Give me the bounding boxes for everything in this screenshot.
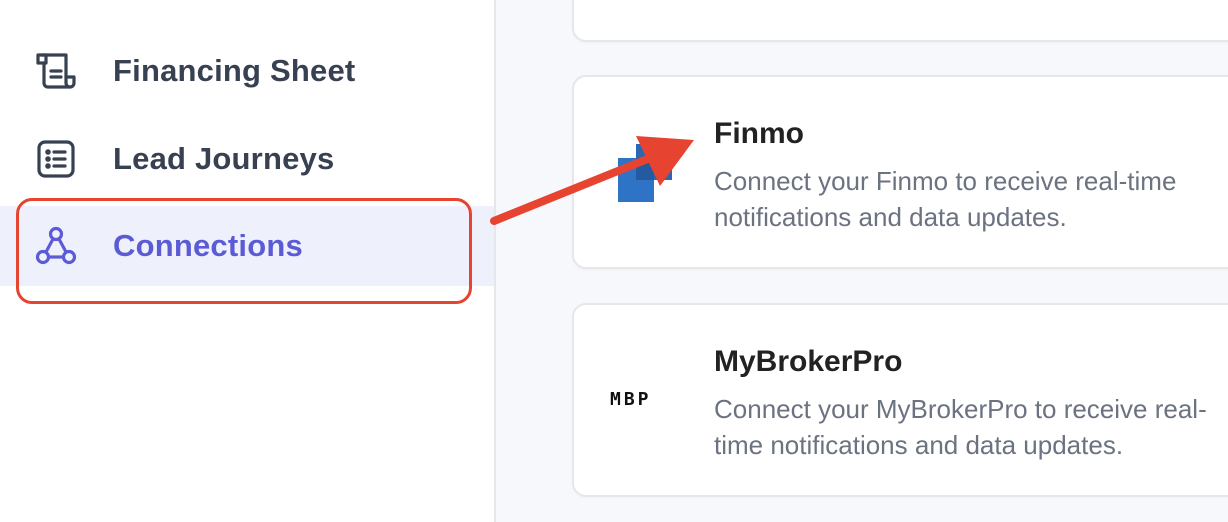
sidebar-item-lead-journeys[interactable]: Lead Journeys <box>0 119 494 199</box>
integration-title: MyBrokerPro <box>714 345 903 378</box>
integration-card-finmo[interactable]: Finmo Connect your Finmo to receive real… <box>572 75 1228 269</box>
sidebar-item-label: Lead Journeys <box>113 141 335 176</box>
connections-panel: Finmo Connect your Finmo to receive real… <box>496 0 1228 522</box>
integration-description: Connect your MyBrokerPro to receive real… <box>714 394 1207 460</box>
sidebar: Financing Sheet Lead Journeys Connection… <box>0 0 496 522</box>
annotation-highlight-box <box>16 198 472 304</box>
mybrokerpro-logo: MBP <box>610 389 652 410</box>
sidebar-item-label: Financing Sheet <box>113 53 356 88</box>
scroll-icon <box>34 49 78 93</box>
integration-card-mybrokerpro[interactable]: MBP MyBrokerPro Connect your MyBrokerPro… <box>572 303 1228 497</box>
integration-description: Connect your Finmo to receive real-time … <box>714 166 1177 232</box>
integration-card-partial[interactable] <box>572 0 1228 42</box>
list-icon <box>34 137 78 181</box>
finmo-logo <box>618 144 674 207</box>
integration-title: Finmo <box>714 117 804 150</box>
sidebar-item-financing-sheet[interactable]: Financing Sheet <box>0 31 494 111</box>
